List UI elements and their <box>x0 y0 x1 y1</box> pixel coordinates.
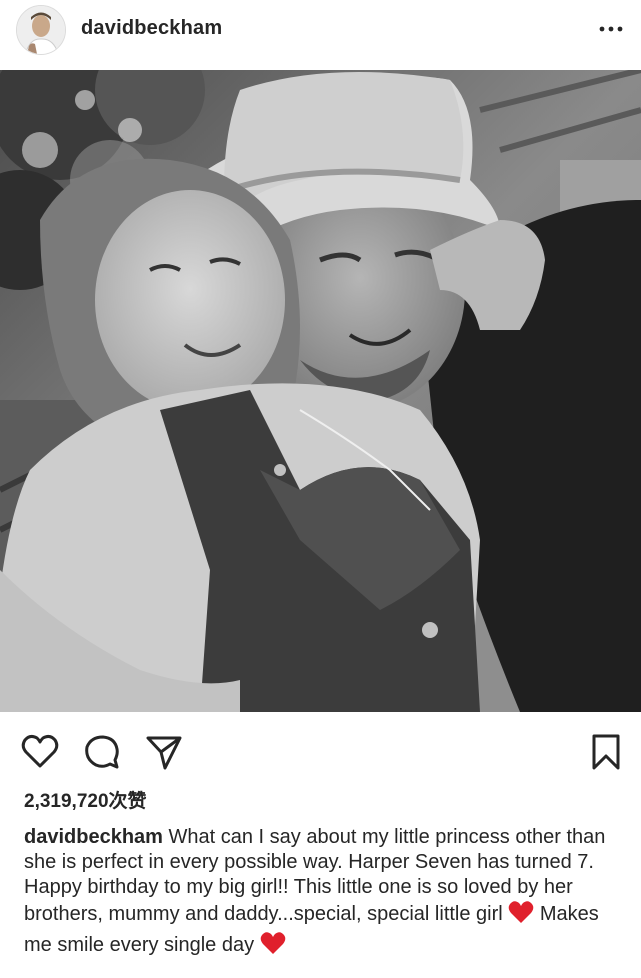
avatar[interactable] <box>16 5 66 55</box>
post-photo[interactable] <box>0 70 641 712</box>
post-caption: davidbeckham What can I say about my lit… <box>24 825 624 962</box>
likes-count[interactable]: 2,319,720次赞 <box>24 786 147 813</box>
caption-username[interactable]: davidbeckham <box>24 826 163 848</box>
send-icon[interactable] <box>144 732 184 772</box>
heart-icon[interactable] <box>20 732 60 772</box>
post-header: davidbeckham <box>0 0 641 62</box>
more-options-icon[interactable] <box>597 18 625 40</box>
post-username[interactable]: davidbeckham <box>81 17 222 40</box>
red-heart-emoji-icon <box>508 900 534 931</box>
avatar-image <box>17 6 65 54</box>
comment-icon[interactable] <box>82 732 122 772</box>
bookmark-icon[interactable] <box>586 732 626 772</box>
red-heart-emoji-icon <box>260 931 286 962</box>
post-image <box>0 70 641 712</box>
post-actions-bar <box>0 726 641 776</box>
